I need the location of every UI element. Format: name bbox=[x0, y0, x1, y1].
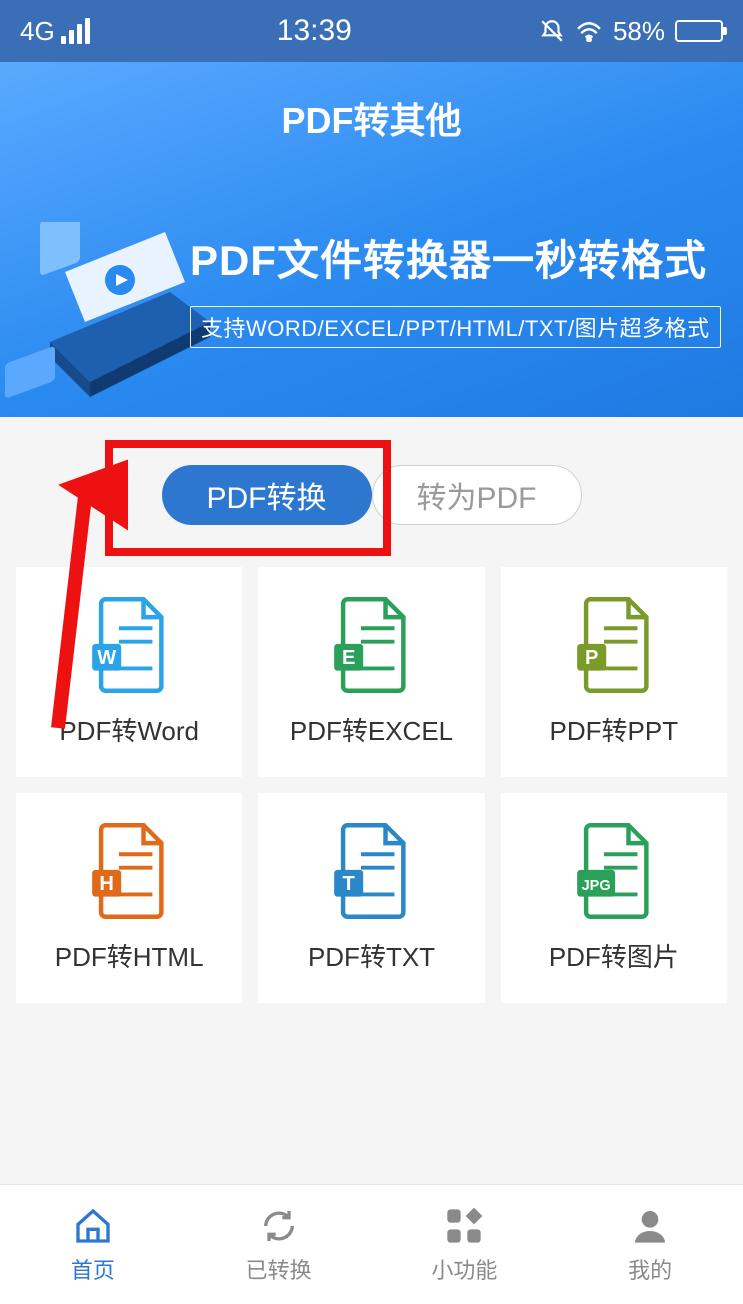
header-banner: PDF转其他 PDF文件转换器一秒转格式 支持WORD/EXCEL/PPT/HT… bbox=[0, 62, 743, 417]
tool-label: PDF转图片 bbox=[549, 937, 679, 974]
tab-to-pdf[interactable]: 转为PDF bbox=[372, 465, 582, 525]
banner-headline: PDF文件转换器一秒转格式 bbox=[190, 227, 733, 288]
file-icon: JPG bbox=[574, 823, 654, 919]
person-icon bbox=[629, 1205, 671, 1247]
bottom-nav: 首页 已转换 小功能 我的 bbox=[0, 1184, 743, 1304]
status-bar: 4G 13:39 58% bbox=[0, 0, 743, 62]
home-icon bbox=[72, 1205, 114, 1247]
apps-icon bbox=[443, 1205, 485, 1247]
tool-label: PDF转EXCEL bbox=[290, 711, 453, 748]
file-icon: E bbox=[331, 597, 411, 693]
status-time: 13:39 bbox=[277, 14, 352, 48]
status-right: 58% bbox=[539, 16, 723, 47]
tool-card[interactable]: JPG PDF转图片 bbox=[501, 793, 727, 1003]
nav-converted[interactable]: 已转换 bbox=[186, 1185, 372, 1304]
tool-label: PDF转Word bbox=[59, 711, 199, 748]
laptop-illustration bbox=[0, 222, 220, 417]
nav-label: 小功能 bbox=[431, 1253, 497, 1285]
tool-card[interactable]: P PDF转PPT bbox=[501, 567, 727, 777]
file-icon: P bbox=[574, 597, 654, 693]
battery-pct: 58% bbox=[613, 16, 665, 47]
svg-text:JPG: JPG bbox=[581, 877, 610, 893]
tool-label: PDF转TXT bbox=[308, 937, 435, 974]
status-network: 4G bbox=[20, 16, 90, 47]
nav-label: 首页 bbox=[71, 1253, 115, 1285]
network-type: 4G bbox=[20, 16, 55, 47]
page-title: PDF转其他 bbox=[0, 62, 743, 144]
wifi-icon bbox=[575, 20, 603, 42]
file-icon: T bbox=[331, 823, 411, 919]
tabs: PDF转换 转为PDF bbox=[0, 465, 743, 525]
tool-card[interactable]: E PDF转EXCEL bbox=[258, 567, 484, 777]
svg-text:E: E bbox=[342, 646, 355, 668]
signal-icon bbox=[61, 18, 90, 44]
svg-text:H: H bbox=[100, 872, 115, 894]
nav-label: 已转换 bbox=[246, 1253, 312, 1285]
tool-card[interactable]: W PDF转Word bbox=[16, 567, 242, 777]
nav-home[interactable]: 首页 bbox=[0, 1185, 186, 1304]
tools-grid: W PDF转Word E PDF转EXCEL P PDF转PPT H PDF转H… bbox=[16, 567, 727, 1003]
svg-text:T: T bbox=[343, 872, 356, 894]
svg-text:W: W bbox=[97, 646, 116, 668]
tool-card[interactable]: H PDF转HTML bbox=[16, 793, 242, 1003]
tool-label: PDF转PPT bbox=[550, 711, 679, 748]
tab-pdf-convert[interactable]: PDF转换 bbox=[162, 465, 372, 525]
file-icon: W bbox=[89, 597, 169, 693]
mute-icon bbox=[539, 18, 565, 44]
tool-card[interactable]: T PDF转TXT bbox=[258, 793, 484, 1003]
refresh-icon bbox=[258, 1205, 300, 1247]
nav-label: 我的 bbox=[628, 1253, 672, 1285]
svg-text:P: P bbox=[585, 646, 598, 668]
nav-profile[interactable]: 我的 bbox=[557, 1185, 743, 1304]
battery-icon bbox=[675, 20, 723, 42]
banner-subtext: 支持WORD/EXCEL/PPT/HTML/TXT/图片超多格式 bbox=[201, 316, 710, 341]
nav-tools[interactable]: 小功能 bbox=[372, 1185, 558, 1304]
tool-label: PDF转HTML bbox=[55, 937, 204, 974]
file-icon: H bbox=[89, 823, 169, 919]
